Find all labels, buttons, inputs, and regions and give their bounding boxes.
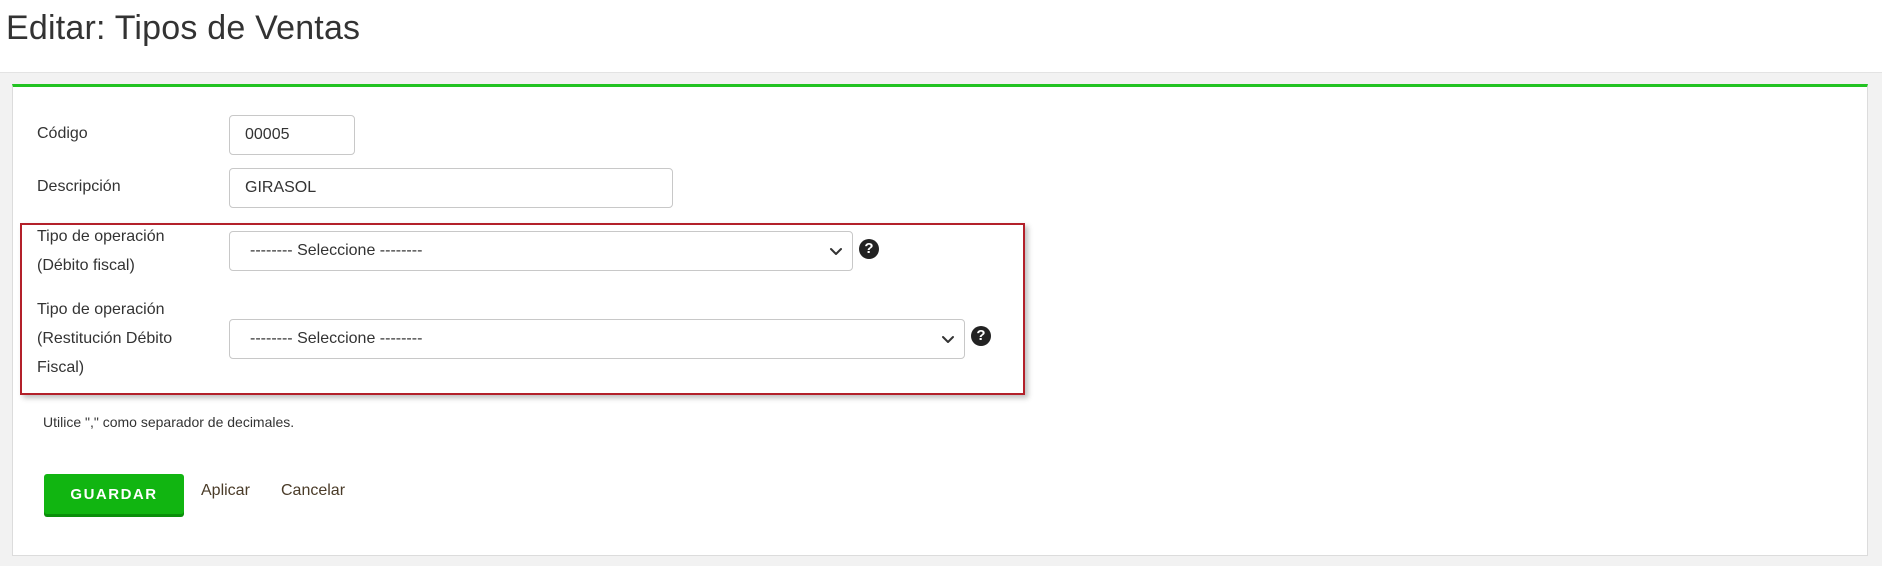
chevron-down-icon xyxy=(942,336,954,343)
tipo-operacion-restitucion-select[interactable]: -------- Seleccione -------- xyxy=(229,319,965,359)
tipo-operacion-restitucion-selected: -------- Seleccione -------- xyxy=(250,330,423,347)
tipo-operacion-debito-select[interactable]: -------- Seleccione -------- xyxy=(229,231,853,271)
save-button[interactable]: GUARDAR xyxy=(44,474,184,514)
form-panel: Código Descripción Tipo de operación (Dé… xyxy=(12,84,1868,556)
tipo-operacion-debito-label: Tipo de operación (Débito fiscal) xyxy=(37,222,165,280)
codigo-input[interactable] xyxy=(229,115,355,155)
question-circle-icon[interactable]: ? xyxy=(859,239,879,259)
codigo-label: Código xyxy=(37,125,88,142)
tipo-operacion-restitucion-label-line2: (Restitución Débito xyxy=(37,330,173,347)
tipo-operacion-restitucion-label: Tipo de operación (Restitución Débito Fi… xyxy=(37,295,172,382)
tipo-operacion-restitucion-label-line3: Fiscal) xyxy=(37,359,85,376)
decimal-separator-hint: Utilice "," como separador de decimales. xyxy=(43,414,295,430)
chevron-down-icon xyxy=(830,248,842,255)
page-header: Editar: Tipos de Ventas xyxy=(0,0,1882,73)
cancel-link[interactable]: Cancelar xyxy=(281,482,345,500)
tipo-operacion-debito-label-line1: Tipo de operación xyxy=(37,228,165,245)
tipo-operacion-debito-selected: -------- Seleccione -------- xyxy=(250,242,423,259)
tipo-operacion-restitucion-label-line1: Tipo de operación xyxy=(37,301,165,318)
apply-link[interactable]: Aplicar xyxy=(201,482,250,500)
tipo-operacion-debito-label-line2: (Débito fiscal) xyxy=(37,257,135,274)
descripcion-input[interactable] xyxy=(229,168,673,208)
descripcion-label: Descripción xyxy=(37,178,121,195)
question-circle-icon[interactable]: ? xyxy=(971,326,991,346)
page-title: Editar: Tipos de Ventas xyxy=(6,9,361,47)
